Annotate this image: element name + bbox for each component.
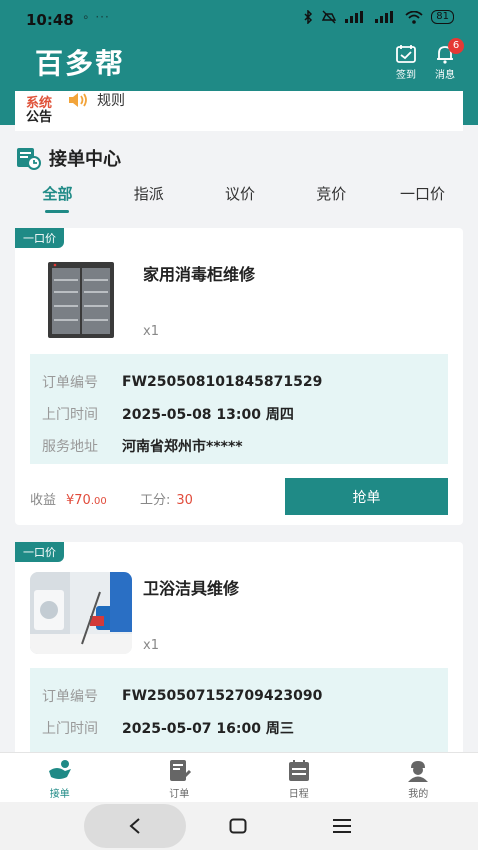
order-edit-icon (170, 760, 192, 781)
speaker-icon (69, 93, 87, 107)
mute-icon (322, 10, 337, 24)
home-icon[interactable] (229, 818, 247, 834)
order-quantity: x1 (143, 324, 159, 339)
order-number-row: 订单编号 FW250507152709423090 (42, 688, 323, 705)
nav-profile[interactable]: 我的 (359, 753, 478, 802)
order-card[interactable]: 一口价 家用消毒柜维修 x1 订单编号 FW250508101845871529… (15, 228, 463, 525)
runner-icon (48, 760, 71, 779)
order-footer: 收益 ¥70.00 工分: 30 抢单 (30, 478, 448, 518)
status-icons: 81 (303, 10, 454, 24)
bathroom-cleaning-image (30, 572, 132, 654)
service-address: 河南省郑州市***** (122, 439, 243, 455)
notice-text: 规则 (97, 93, 125, 109)
order-title: 家用消毒柜维修 (143, 265, 256, 284)
messages-label: 消息 (435, 70, 455, 81)
signin-label: 签到 (396, 70, 416, 81)
back-icon (129, 818, 140, 834)
app-brand: 百多帮 (35, 47, 126, 80)
order-quantity: x1 (143, 638, 159, 653)
bluetooth-icon (304, 10, 313, 24)
signal-icon (375, 11, 394, 23)
section-title: 接单中心 (49, 149, 121, 170)
disinfection-cabinet-image (30, 258, 132, 340)
tab-bidding[interactable]: 竞价 (289, 183, 374, 213)
nav-take-orders[interactable]: 接单 (0, 753, 120, 802)
earnings: 收益 ¥70.00 (30, 493, 107, 508)
system-navigation-bar (0, 802, 478, 850)
order-title: 卫浴洁具维修 (143, 579, 240, 598)
nav-label: 接单 (49, 789, 70, 800)
nav-label: 我的 (408, 789, 429, 800)
notice-label: 系统 公告 (26, 96, 53, 125)
product-image (30, 572, 132, 654)
tab-fixed-price[interactable]: 一口价 (380, 183, 465, 213)
nav-orders[interactable]: 订单 (120, 753, 240, 802)
menu-icon[interactable] (333, 819, 351, 833)
battery-indicator: 81 (431, 10, 454, 24)
visit-time-row: 上门时间 2025-05-07 16:00 周三 (42, 712, 436, 744)
service-address-row: 服务地址 河南省郑州市***** (42, 430, 436, 462)
signal-icon (345, 11, 364, 23)
wifi-icon (405, 10, 423, 24)
order-number: FW250508101845871529 (122, 374, 323, 390)
messages-button[interactable]: 消息 6 (428, 38, 464, 81)
back-button[interactable] (84, 804, 186, 848)
message-badge: 6 (448, 38, 464, 54)
order-center-icon (17, 148, 41, 170)
order-number: FW250507152709423090 (122, 688, 323, 704)
order-card[interactable]: 一口价 卫浴洁具维修 x1 订单编号 FW250507152709423090 … (15, 542, 463, 778)
grab-order-button[interactable]: 抢单 (285, 478, 448, 515)
nav-label: 日程 (288, 789, 309, 800)
nav-schedule[interactable]: 日程 (239, 753, 359, 802)
tab-negotiate[interactable]: 议价 (198, 183, 283, 213)
tab-assigned[interactable]: 指派 (106, 183, 191, 213)
section-header: 接单中心 (15, 145, 121, 171)
filter-tabs: 全部 指派 议价 竞价 一口价 (15, 183, 465, 213)
tab-all[interactable]: 全部 (15, 183, 100, 213)
work-points-value: 30 (176, 493, 193, 508)
nav-label: 订单 (169, 789, 190, 800)
visit-time-row: 上门时间 2025-05-08 13:00 周四 (42, 398, 436, 430)
system-notice-bar[interactable]: 系统 公告 规则 (15, 91, 463, 131)
order-info-box: 订单编号 FW250508101845871529 上门时间 2025-05-0… (30, 354, 448, 464)
status-time: 10:48 (26, 11, 74, 29)
signin-button[interactable]: 签到 (389, 44, 423, 81)
calendar-icon (288, 760, 309, 781)
price-type-tag: 一口价 (15, 542, 64, 562)
status-extras: ∘ ··· (82, 10, 110, 24)
price-type-tag: 一口价 (15, 228, 64, 248)
visit-time: 2025-05-08 13:00 周四 (122, 407, 294, 423)
bottom-navigation: 接单 订单 日程 我的 (0, 752, 478, 802)
product-image (30, 258, 132, 340)
status-bar: 10:48 ∘ ··· 81 (0, 0, 478, 40)
work-points: 工分: 30 (140, 493, 193, 508)
calendar-check-icon (396, 45, 416, 63)
earnings-amount: ¥70 (66, 493, 91, 508)
worker-profile-icon (408, 761, 429, 782)
order-number-row: 订单编号 FW250508101845871529 (42, 374, 323, 391)
visit-time: 2025-05-07 16:00 周三 (122, 721, 294, 737)
